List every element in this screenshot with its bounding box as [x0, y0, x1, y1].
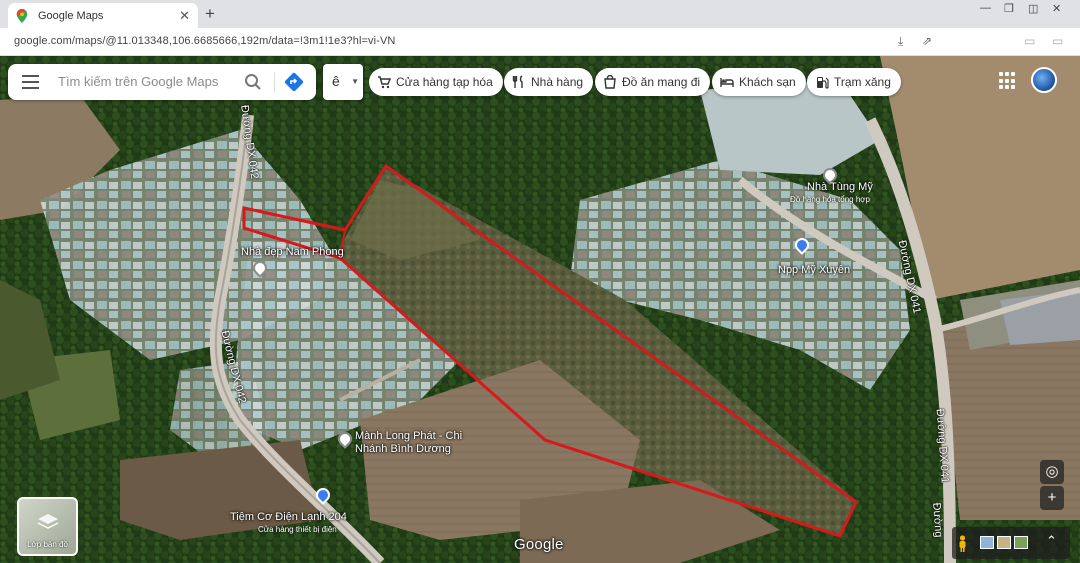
google-logo: Google: [514, 536, 564, 553]
layers-label: Lớp bản đồ: [27, 540, 68, 549]
tab-title: Google Maps: [38, 9, 104, 22]
share-icon[interactable]: ⇗: [922, 34, 932, 48]
account-avatar[interactable]: [1031, 67, 1057, 93]
expand-icon[interactable]: ⌃: [1046, 533, 1057, 549]
poi-npp-my-xuyen[interactable]: Npp Mỹ Xuyên: [778, 264, 850, 276]
gas-pump-icon: [815, 75, 829, 89]
close-window-icon[interactable]: ✕: [1052, 2, 1061, 15]
chip-takeout[interactable]: Đồ ăn mang đi: [595, 68, 711, 96]
directions-icon[interactable]: [284, 72, 304, 92]
chip-label: Trạm xăng: [834, 75, 891, 89]
profile-icon[interactable]: ▭: [1052, 34, 1063, 48]
google-maps-favicon-icon: [16, 8, 28, 23]
my-location-icon[interactable]: ◎: [1040, 460, 1064, 484]
restore-icon[interactable]: ❐: [1004, 2, 1014, 15]
tab-close-icon[interactable]: ✕: [179, 8, 190, 24]
language-select[interactable]: ê ▼: [323, 64, 363, 100]
poi-manh-long-phat[interactable]: Mành Long Phát - Chi Nhánh Bình Dương: [355, 430, 495, 456]
satellite-map[interactable]: Đường DX 042 Đường DX 042 Đường DX 041 Đ…: [0, 56, 1080, 563]
minimize-icon[interactable]: —: [980, 2, 991, 14]
install-icon[interactable]: ⤓: [898, 34, 903, 49]
chip-label: Đồ ăn mang đi: [622, 75, 701, 89]
menu-icon[interactable]: [22, 75, 39, 89]
poi-nha-tung-my-category: Đồ hàng hóa tổng hợp: [790, 195, 870, 204]
chip-label: Khách sạn: [739, 75, 796, 89]
extension-icon[interactable]: ▭: [1024, 34, 1035, 48]
chip-label: Cửa hàng tạp hóa: [396, 75, 493, 89]
chevron-down-icon: ▼: [351, 77, 359, 86]
poi-nha-tung-my[interactable]: Nhà Tùng Mỹ: [807, 181, 873, 193]
address-bar[interactable]: google.com/maps/@11.013348,106.6685666,1…: [0, 28, 1080, 56]
layers-button[interactable]: Lớp bản đồ: [17, 497, 78, 556]
fork-knife-icon: [512, 75, 526, 89]
chip-hotels[interactable]: Khách sạn: [712, 68, 806, 96]
chip-restaurants[interactable]: Nhà hàng: [504, 68, 594, 96]
layers-icon: [37, 514, 59, 529]
takeout-bag-icon: [603, 75, 617, 89]
poi-nha-dep-nam-phong[interactable]: Nhà đẹp Nam Phong: [241, 246, 344, 258]
url-text[interactable]: google.com/maps/@11.013348,106.6685666,1…: [14, 35, 395, 47]
cart-icon: [377, 75, 391, 89]
poi-tiem-co-dien-lanh[interactable]: Tiệm Cơ Điện Lạnh 204: [230, 511, 347, 523]
bed-icon: [720, 75, 734, 89]
browser-titlebar: Google Maps ✕ + — ❐ ◫ ✕: [0, 0, 1080, 28]
search-box: [8, 64, 316, 100]
road-label-bottom: Đường: [930, 502, 945, 538]
chip-gas-stations[interactable]: Trạm xăng: [807, 68, 901, 96]
chip-grocery[interactable]: Cửa hàng tạp hóa: [369, 68, 503, 96]
language-select-value: ê: [332, 73, 340, 89]
zoom-in-button[interactable]: +: [1040, 486, 1064, 510]
search-icon[interactable]: [244, 73, 262, 91]
poi-tiem-co-dien-lanh-category: Cửa hàng thiết bị điện: [258, 525, 337, 534]
tile-icon[interactable]: ◫: [1028, 2, 1038, 15]
imagery-thumbnail-1[interactable]: [980, 536, 994, 549]
browser-tab[interactable]: Google Maps ✕: [8, 3, 198, 28]
chip-label: Nhà hàng: [531, 75, 584, 89]
imagery-thumbnail-2[interactable]: [997, 536, 1011, 549]
search-divider: [274, 72, 275, 92]
pegman-icon[interactable]: [958, 535, 967, 552]
search-input[interactable]: [58, 74, 238, 89]
new-tab-icon[interactable]: +: [205, 4, 215, 24]
imagery-thumbnail-3[interactable]: [1014, 536, 1028, 549]
google-apps-icon[interactable]: [999, 72, 1017, 90]
